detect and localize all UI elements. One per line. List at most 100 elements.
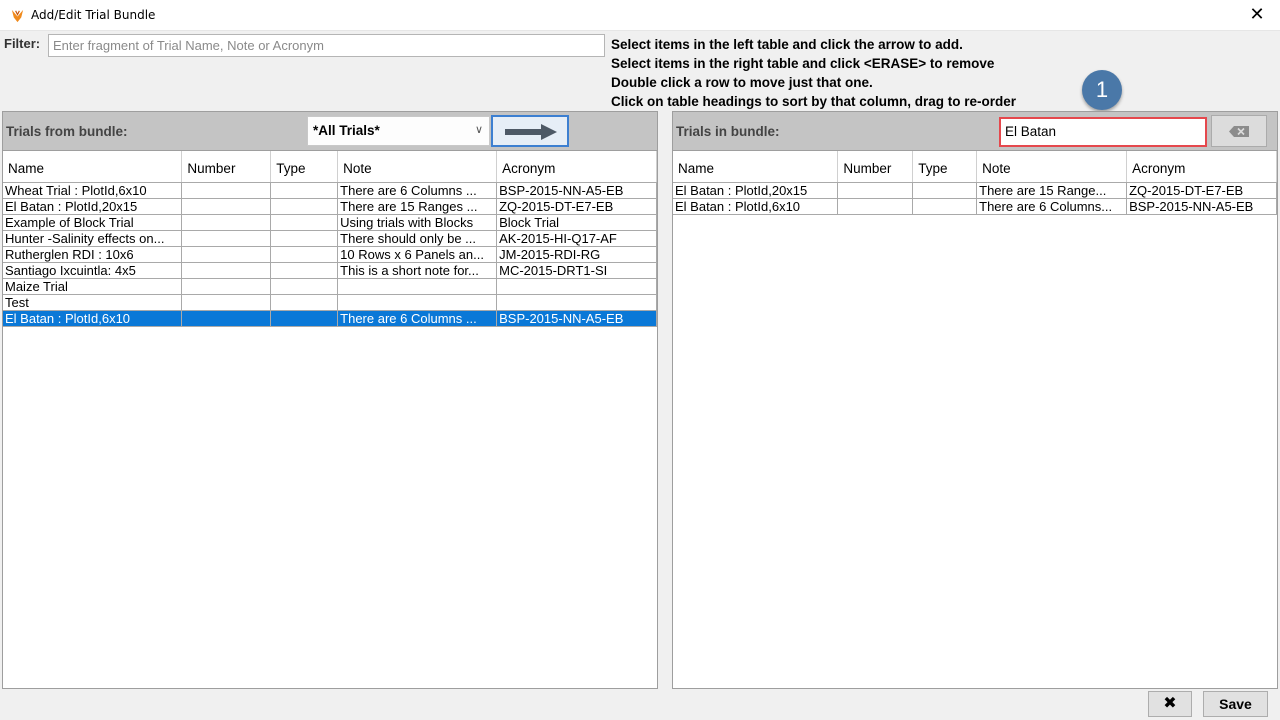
cell-note: This is a short note for... [337,262,498,279]
table-row[interactable]: Test [3,294,657,311]
cell-acronym: BSP-2015-NN-A5-EB [496,310,657,327]
cancel-button[interactable]: ✖ [1148,691,1192,717]
panel-header: Trials in bundle: El Batan [673,112,1277,150]
cell-number [181,262,272,279]
table-row[interactable]: El Batan : PlotId,6x10 There are 6 Column… [3,310,657,327]
cell-name: Wheat Trial : PlotId,6x10 [3,182,183,199]
window-title: Add/Edit Trial Bundle [31,8,156,22]
cell-acronym: BSP-2015-NN-A5-EB [1126,198,1277,215]
cell-acronym: AK-2015-HI-Q17-AF [496,230,657,247]
arrow-right-icon [505,124,557,140]
cell-type [270,198,339,215]
table-row[interactable]: El Batan : PlotId,20x15 There are 15 Rang… [673,182,1277,199]
app-logo-icon [11,9,24,23]
cell-acronym: MC-2015-DRT1-SI [496,262,657,279]
backspace-erase-icon [1229,126,1249,137]
cell-note [337,294,498,311]
column-header-name[interactable]: Name [673,151,839,183]
add-to-bundle-button[interactable] [491,115,569,147]
table-row[interactable]: El Batan : PlotId,6x10 There are 6 Column… [673,198,1277,215]
cell-number [837,182,914,199]
cell-acronym: BSP-2015-NN-A5-EB [496,182,657,199]
cell-acronym: Block Trial [496,214,657,231]
table-row[interactable]: Rutherglen RDI : 10x6 10 Rows x 6 Panels … [3,246,657,263]
trial-filter-dropdown[interactable]: *All Trials* ∨ [307,116,490,146]
column-header-note[interactable]: Note [976,151,1128,183]
cell-type [270,278,339,295]
cell-type [912,198,978,215]
column-header-number[interactable]: Number [181,151,272,183]
table-row[interactable]: Wheat Trial : PlotId,6x10 There are 6 Col… [3,182,657,199]
instruction-line: Click on table headings to sort by that … [611,94,1017,109]
cell-acronym: ZQ-2015-DT-E7-EB [496,198,657,215]
cell-name: El Batan : PlotId,6x10 [3,310,183,327]
cell-note: Using trials with Blocks [337,214,498,231]
panel-header: Trials from bundle: *All Trials* ∨ [3,112,657,150]
instruction-line: Double click a row to move just that one… [611,75,873,90]
erase-button[interactable] [1211,115,1267,147]
cell-note: There should only be ... [337,230,498,247]
cell-note: There are 6 Columns... [976,198,1128,215]
cell-number [837,198,914,215]
table-row[interactable]: Example of Block Trial Using trials with … [3,214,657,231]
cell-acronym: ZQ-2015-DT-E7-EB [1126,182,1277,199]
column-header-acronym[interactable]: Acronym [496,151,657,183]
instructions: Select items in the left table and click… [611,35,1016,111]
cell-name: El Batan : PlotId,20x15 [3,198,183,215]
cell-number [181,198,272,215]
cell-number [181,182,272,199]
cell-name: Hunter -Salinity effects on... [3,230,183,247]
column-header-note[interactable]: Note [337,151,498,183]
cell-type [270,214,339,231]
table-row[interactable]: Santiago Ixcuintla: 4x5 This is a short n… [3,262,657,279]
cell-number [181,230,272,247]
column-header-type[interactable]: Type [912,151,978,183]
cell-type [270,182,339,199]
cell-note: There are 6 Columns ... [337,310,498,327]
cell-acronym [496,294,657,311]
cell-name: Rutherglen RDI : 10x6 [3,246,183,263]
cell-type [270,262,339,279]
cell-note: 10 Rows x 6 Panels an... [337,246,498,263]
cell-note [337,278,498,295]
table-header-row: Name Number Type Note Acronym [3,151,657,183]
column-header-number[interactable]: Number [837,151,914,183]
trials-from-bundle-panel: Trials from bundle: *All Trials* ∨ Name N… [2,111,658,689]
right-table: Name Number Type Note Acronym El Batan : Plo… [673,151,1277,215]
trials-table-left: Name Number Type Note Acronym Wheat Trial : … [3,150,657,688]
cell-number [181,246,272,263]
chevron-down-icon: ∨ [474,124,483,136]
save-button[interactable]: Save [1203,691,1268,717]
title-bar: Add/Edit Trial Bundle ✕ [0,0,1280,31]
cell-type [912,182,978,199]
table-row[interactable]: El Batan : PlotId,20x15 There are 15 Rang… [3,198,657,215]
cell-number [181,214,272,231]
table-row[interactable]: Maize Trial [3,278,657,295]
cell-type [270,310,339,327]
cell-name: Test [3,294,183,311]
table-row[interactable]: Hunter -Salinity effects on... There shou… [3,230,657,247]
cell-name: Maize Trial [3,278,183,295]
trials-table-right: Name Number Type Note Acronym El Batan : Plo… [673,150,1277,688]
table-header-row: Name Number Type Note Acronym [673,151,1277,183]
bundle-search-input[interactable]: El Batan [999,117,1207,147]
cell-note: There are 6 Columns ... [337,182,498,199]
left-table: Name Number Type Note Acronym Wheat Trial : … [3,151,657,327]
cell-name: El Batan : PlotId,20x15 [673,182,839,199]
cell-name: Example of Block Trial [3,214,183,231]
cell-acronym [496,278,657,295]
filter-label: Filter: [4,36,41,51]
cell-acronym: JM-2015-RDI-RG [496,246,657,263]
column-header-name[interactable]: Name [3,151,183,183]
instruction-line: Select items in the left table and click… [611,37,963,52]
cell-note: There are 15 Range... [976,182,1128,199]
column-header-type[interactable]: Type [270,151,339,183]
cell-type [270,246,339,263]
column-header-acronym[interactable]: Acronym [1126,151,1277,183]
step-badge: 1 [1082,70,1122,110]
trials-in-bundle-panel: Trials in bundle: El Batan Name Number Typ… [672,111,1278,689]
close-window-icon[interactable]: ✕ [1234,0,1280,31]
cell-number [181,278,272,295]
cell-note: There are 15 Ranges ... [337,198,498,215]
filter-input[interactable] [48,34,605,57]
